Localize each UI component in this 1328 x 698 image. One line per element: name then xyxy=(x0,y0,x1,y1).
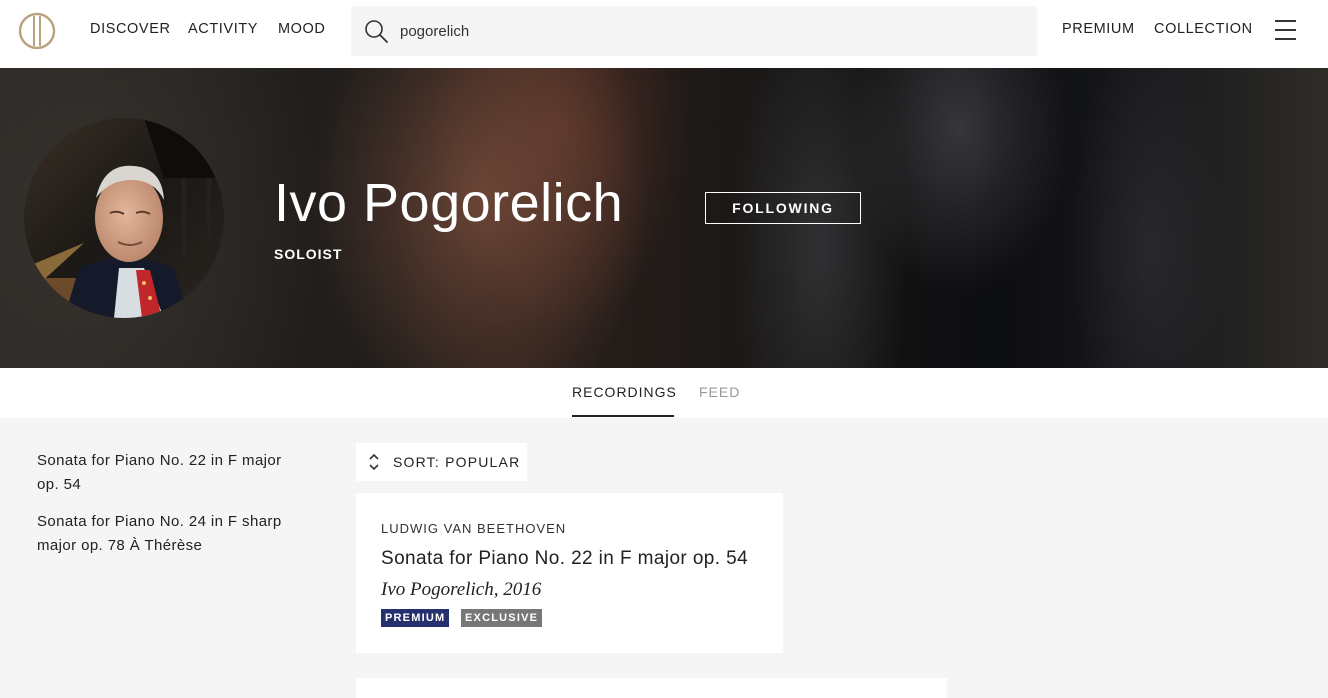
nav-collection[interactable]: COLLECTION xyxy=(1154,21,1253,37)
artist-photo xyxy=(24,118,224,318)
sidebar-item-sonata-24[interactable]: Sonata for Piano No. 24 in F sharp major… xyxy=(37,510,297,558)
sort-label: SORT: POPULAR xyxy=(393,454,521,470)
sort-button[interactable]: SORT: POPULAR xyxy=(356,443,527,481)
sidebar-item-sonata-22[interactable]: Sonata for Piano No. 22 in F major op. 5… xyxy=(37,449,297,497)
logo-icon[interactable] xyxy=(18,12,56,50)
nav-activity[interactable]: ACTIVITY xyxy=(188,21,258,37)
recording-performer: Ivo Pogorelich, 2016 xyxy=(381,579,542,600)
nav-discover[interactable]: DISCOVER xyxy=(90,21,171,37)
following-button[interactable]: FOLLOWING xyxy=(705,192,861,224)
tab-recordings[interactable]: RECORDINGS xyxy=(572,384,677,400)
artist-tabs: RECORDINGS FEED xyxy=(0,368,1328,418)
sort-chevrons-icon xyxy=(369,453,379,471)
search-input[interactable] xyxy=(400,18,1000,44)
search-icon[interactable] xyxy=(364,19,388,43)
exclusive-badge: EXCLUSIVE xyxy=(461,609,543,627)
active-tab-indicator xyxy=(572,415,674,417)
tab-feed[interactable]: FEED xyxy=(699,384,740,400)
recording-card[interactable]: LUDWIG VAN BEETHOVEN Sonata for Piano No… xyxy=(356,493,783,653)
artist-name: Ivo Pogorelich xyxy=(274,173,624,233)
search-bar xyxy=(351,6,1037,56)
recording-title: Sonata for Piano No. 22 in F major op. 5… xyxy=(381,548,749,569)
premium-badge: PREMIUM xyxy=(381,609,450,627)
artist-avatar xyxy=(24,118,224,318)
nav-premium[interactable]: PREMIUM xyxy=(1062,21,1135,37)
top-navigation: DISCOVER ACTIVITY MOOD PREMIUM COLLECTIO… xyxy=(0,0,1328,68)
hamburger-menu-icon[interactable] xyxy=(1275,20,1296,40)
nav-mood[interactable]: MOOD xyxy=(278,21,326,37)
artist-hero: Ivo Pogorelich SOLOIST FOLLOWING xyxy=(0,68,1328,368)
artist-role: SOLOIST xyxy=(274,246,343,262)
recording-composer: LUDWIG VAN BEETHOVEN xyxy=(381,521,567,536)
recording-card[interactable] xyxy=(356,678,947,698)
